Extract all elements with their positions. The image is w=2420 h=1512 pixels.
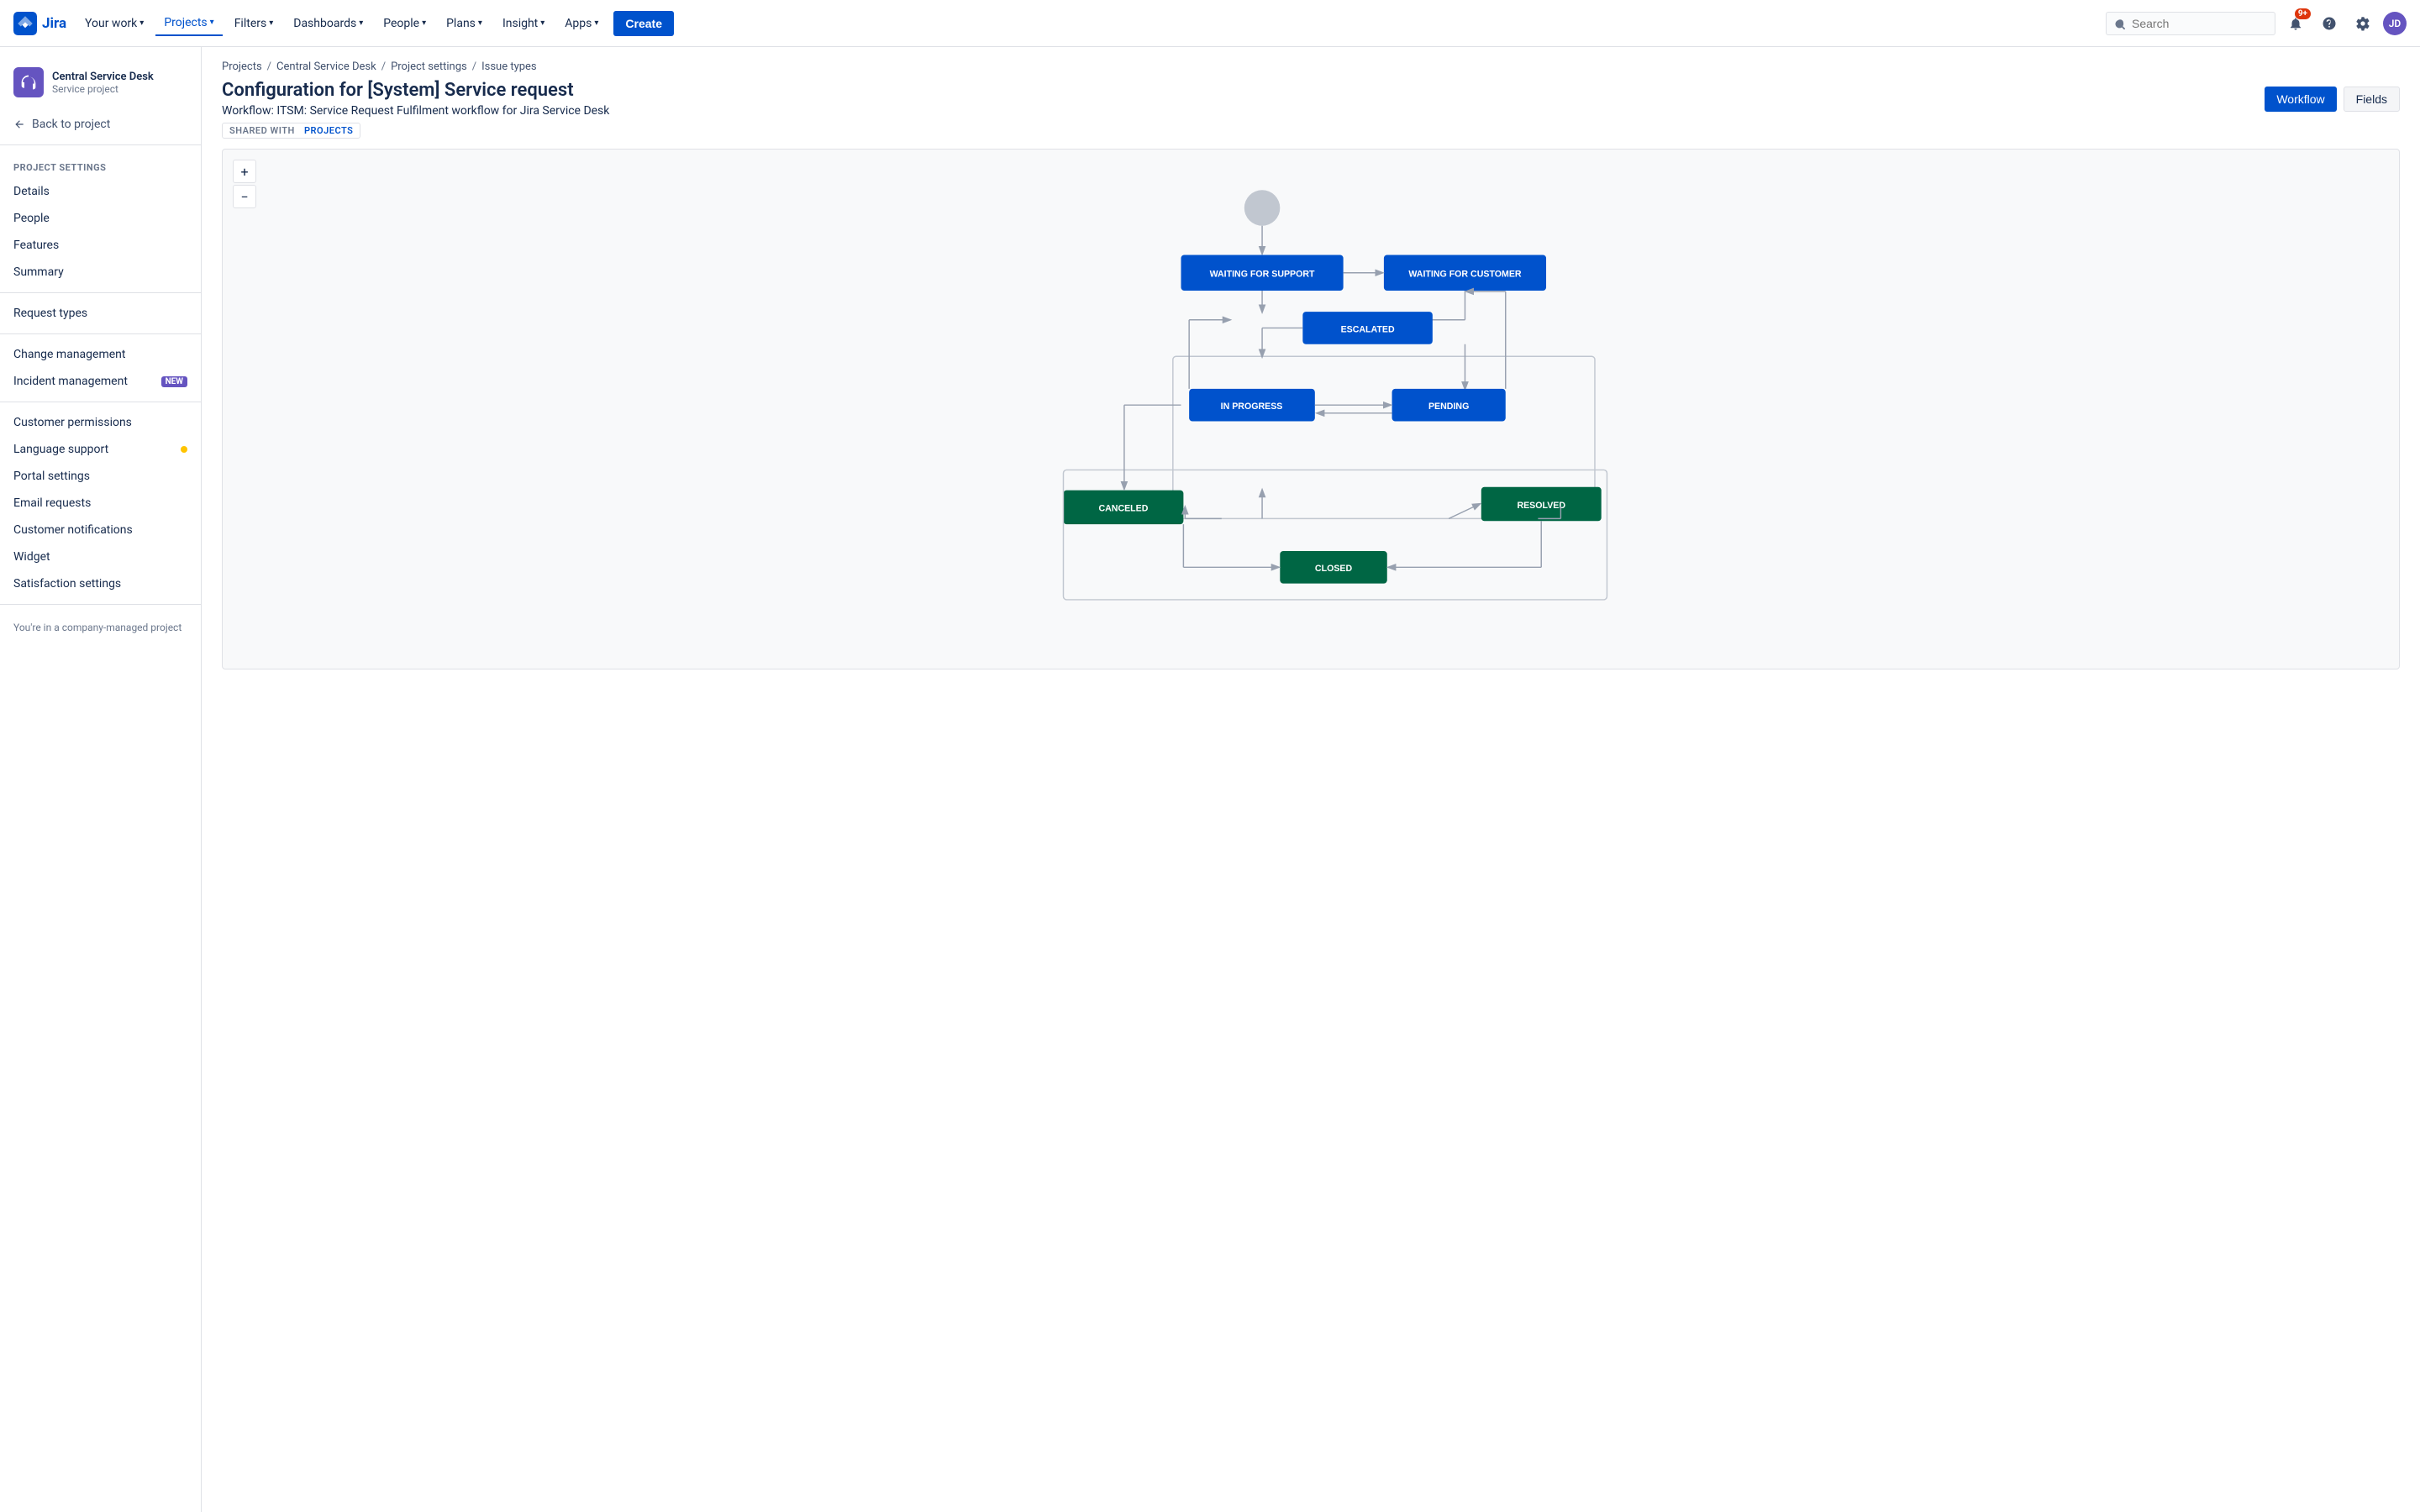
sidebar-project: Central Service Desk Service project [0,60,201,111]
settings-button[interactable] [2349,10,2376,37]
zoom-controls: + − [233,160,256,208]
sidebar-item-summary[interactable]: Summary [0,259,201,286]
svg-text:WAITING FOR CUSTOMER: WAITING FOR CUSTOMER [1408,270,1522,280]
sidebar-section-title: Project settings [0,152,201,178]
nav-your-work[interactable]: Your work ▾ [76,12,152,35]
sidebar-divider-bottom [0,604,201,605]
nav-filters[interactable]: Filters ▾ [226,12,282,35]
sidebar-item-change-management[interactable]: Change management [0,341,201,368]
page-subtitle: Workflow: ITSM: Service Request Fulfilme… [222,104,609,118]
svg-text:IN PROGRESS: IN PROGRESS [1221,402,1283,412]
sidebar-item-customer-permissions[interactable]: Customer permissions [0,409,201,436]
sidebar-divider-2 [0,292,201,293]
sidebar-footer: You're in a company-managed project [0,612,201,643]
logo-text: Jira [42,15,66,32]
breadcrumb-issue-types[interactable]: Issue types [481,60,537,73]
sidebar-project-type: Service project [52,83,154,95]
breadcrumb-central-service-desk[interactable]: Central Service Desk [276,60,376,73]
start-node [1244,190,1280,225]
shared-badge: SHARED WITH PROJECTS [222,123,360,139]
svg-text:RESOLVED: RESOLVED [1517,501,1565,511]
svg-text:CANCELED: CANCELED [1098,504,1148,514]
workflow-button[interactable]: Workflow [2265,87,2336,112]
nav-dashboards[interactable]: Dashboards ▾ [285,12,371,35]
zoom-in-button[interactable]: + [233,160,256,183]
sidebar-item-portal-settings[interactable]: Portal settings [0,463,201,490]
logo[interactable]: Jira [13,12,66,35]
language-dot [181,446,187,453]
nav-plans[interactable]: Plans ▾ [438,12,491,35]
sidebar-item-request-types[interactable]: Request types [0,300,201,327]
sidebar-item-details[interactable]: Details [0,178,201,205]
search-box[interactable] [2106,12,2275,35]
svg-text:CLOSED: CLOSED [1315,564,1353,574]
nav-projects[interactable]: Projects ▾ [155,11,222,36]
page-header: Configuration for [System] Service reque… [202,80,2420,149]
workflow-diagram: WAITING FOR SUPPORT WAITING FOR CUSTOMER… [223,150,2399,669]
sidebar-divider-3 [0,333,201,334]
notifications-button[interactable]: 9+ [2282,10,2309,37]
main-content: Projects / Central Service Desk / Projec… [202,47,2420,1512]
breadcrumb-project-settings[interactable]: Project settings [391,60,467,73]
sidebar-item-people[interactable]: People [0,205,201,232]
fields-button[interactable]: Fields [2344,87,2400,112]
svg-text:ESCALATED: ESCALATED [1341,324,1395,334]
topnav-right: 9+ JD [2106,10,2407,37]
main-layout: Central Service Desk Service project Bac… [0,47,2420,1512]
nav-apps[interactable]: Apps ▾ [556,12,607,35]
sidebar-item-language-support[interactable]: Language support [0,436,201,463]
sidebar-project-name: Central Service Desk [52,71,154,83]
settings-icon [2355,16,2370,31]
breadcrumb-projects[interactable]: Projects [222,60,262,73]
workflow-canvas: + − WAITING FOR [222,149,2400,669]
notification-badge: 9+ [2295,8,2311,19]
help-icon [2322,16,2337,31]
sidebar-item-incident-management[interactable]: Incident management NEW [0,368,201,395]
top-navigation: Jira Your work ▾ Projects ▾ Filters ▾ Da… [0,0,2420,47]
svg-text:WAITING FOR SUPPORT: WAITING FOR SUPPORT [1210,270,1315,280]
breadcrumb: Projects / Central Service Desk / Projec… [202,47,2420,80]
search-icon [2115,18,2127,29]
page-title: Configuration for [System] Service reque… [222,80,609,101]
headset-icon [20,74,37,91]
new-badge: NEW [161,376,187,387]
help-button[interactable] [2316,10,2343,37]
sidebar-item-satisfaction-settings[interactable]: Satisfaction settings [0,570,201,597]
back-to-project[interactable]: Back to project [0,111,201,138]
back-icon [13,118,25,130]
sidebar: Central Service Desk Service project Bac… [0,47,202,1512]
header-actions: Workflow Fields [2265,87,2400,112]
shared-projects-link[interactable]: PROJECTS [304,125,353,136]
zoom-out-button[interactable]: − [233,185,256,208]
svg-text:PENDING: PENDING [1428,402,1469,412]
sidebar-item-email-requests[interactable]: Email requests [0,490,201,517]
nav-people[interactable]: People ▾ [375,12,434,35]
sidebar-item-features[interactable]: Features [0,232,201,259]
project-icon [13,67,44,97]
avatar[interactable]: JD [2383,12,2407,35]
nav-insight[interactable]: Insight ▾ [494,12,553,35]
sidebar-item-customer-notifications[interactable]: Customer notifications [0,517,201,543]
sidebar-item-widget[interactable]: Widget [0,543,201,570]
create-button[interactable]: Create [613,11,674,36]
sidebar-divider-1 [0,144,201,145]
search-input[interactable] [2132,17,2266,30]
